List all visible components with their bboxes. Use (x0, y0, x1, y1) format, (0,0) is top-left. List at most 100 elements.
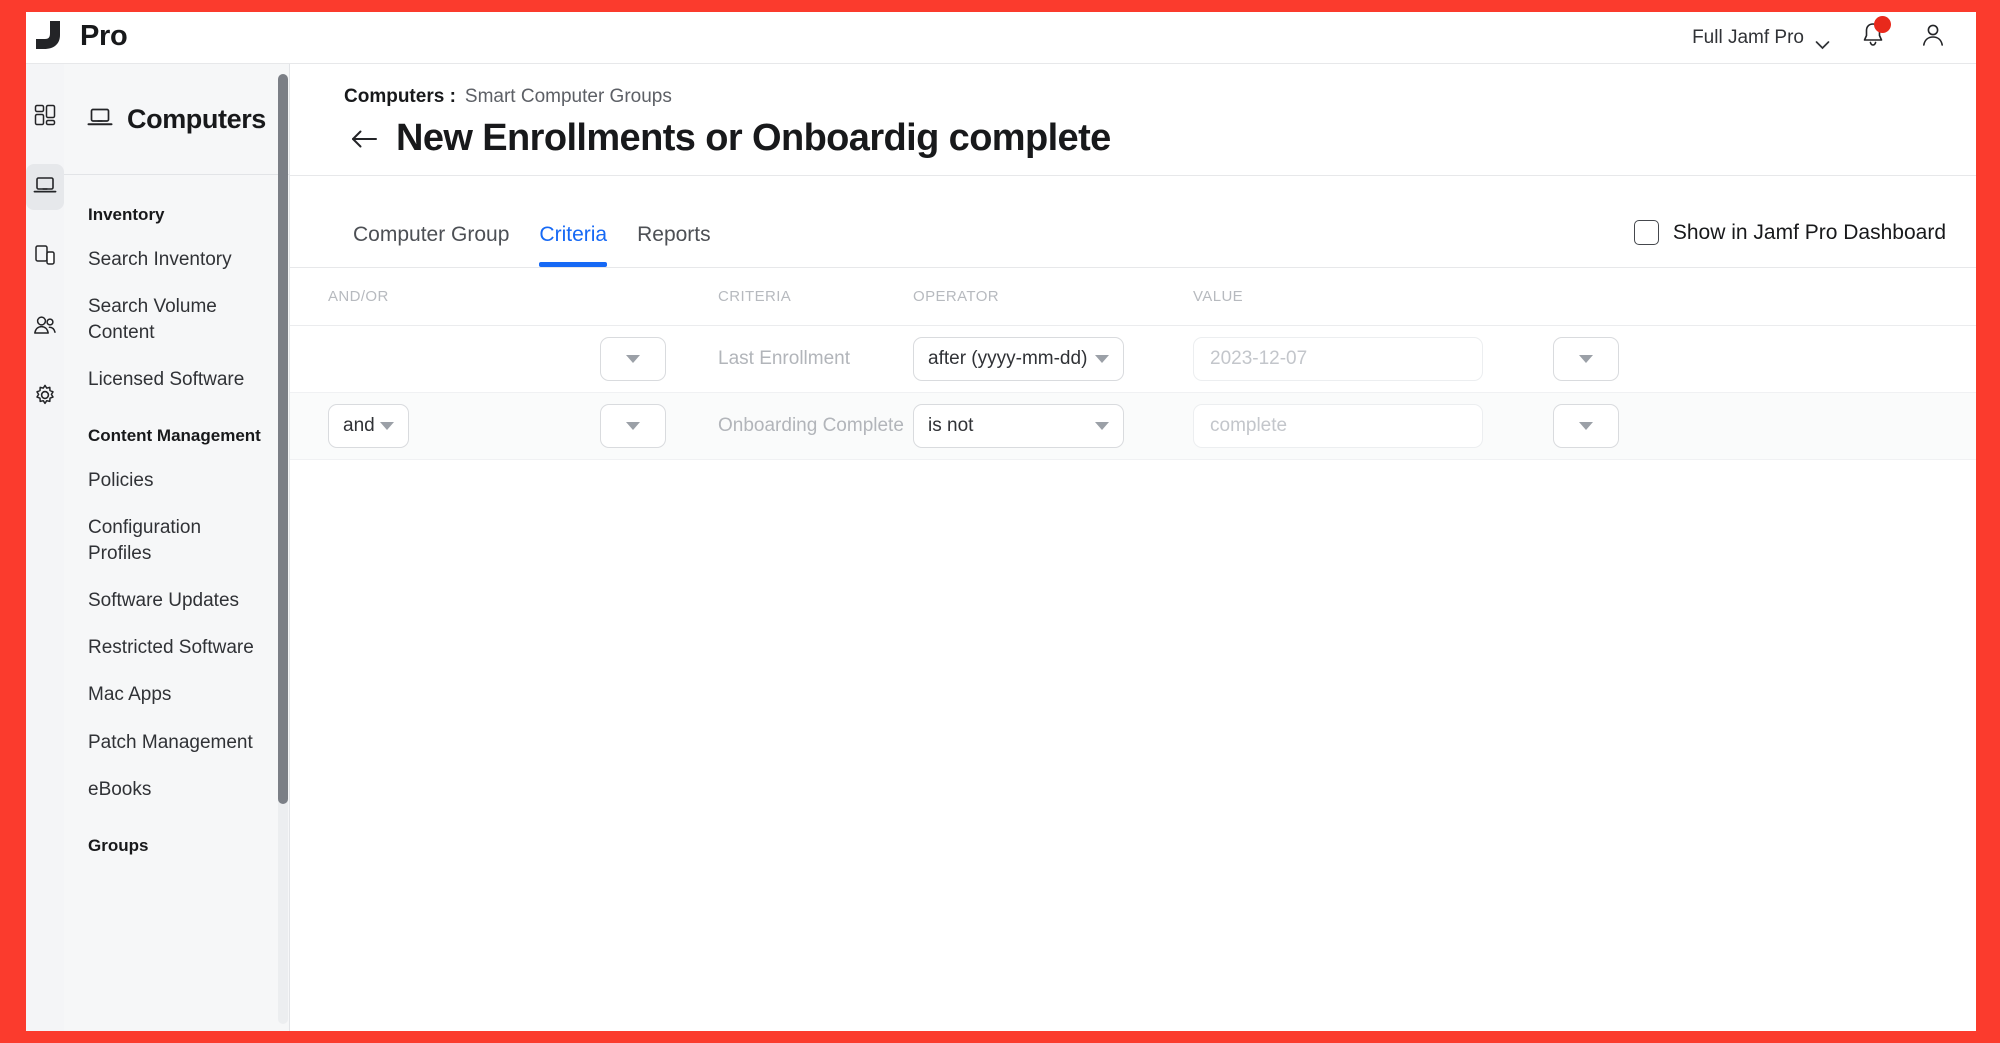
laptop-icon (33, 173, 57, 202)
criteria-table: AND/OR CRITERIA OPERATOR VALUE Last Enro… (290, 268, 1976, 460)
jamf-pro-app-window: Pro Full Jamf Pro Computers Inventory Se… (26, 12, 1976, 1031)
row-criteria-cell[interactable]: Last Enrollment (718, 346, 913, 372)
row-operator-dropdown[interactable]: after (yyyy-mm-dd) (913, 337, 1124, 381)
column-header-operator: OPERATOR (913, 288, 999, 305)
nav-section-inventory: Inventory (88, 205, 165, 224)
column-header-criteria: CRITERIA (718, 288, 792, 305)
rail-item-computers[interactable] (26, 164, 64, 210)
row-more-dropdown[interactable] (1553, 337, 1619, 381)
caret-down-icon (1579, 422, 1593, 430)
context-switcher[interactable]: Full Jamf Pro (1692, 26, 1830, 49)
row-value-input[interactable]: 2023-12-07 (1193, 337, 1483, 381)
row-value-cell: 2023-12-07 (1193, 337, 1553, 381)
sidebar-item-licensed-software[interactable]: Licensed Software (64, 367, 289, 392)
caret-down-icon (1579, 355, 1593, 363)
notification-badge (1874, 16, 1891, 33)
context-switcher-label: Full Jamf Pro (1692, 26, 1804, 48)
row-remove-dropdown[interactable] (600, 404, 666, 448)
row-andor-cell: and (290, 404, 600, 448)
caret-down-icon (1095, 422, 1109, 430)
table-row: Last Enrollment after (yyyy-mm-dd) 2023-… (290, 326, 1976, 393)
row-andor-value: and (343, 415, 375, 436)
gear-icon (33, 383, 57, 412)
sidebar-item-mac-apps[interactable]: Mac Apps (64, 682, 289, 707)
red-frame-border: Pro Full Jamf Pro Computers Inventory Se… (0, 0, 2000, 1043)
row-criteria-label: Onboarding Complete (718, 415, 904, 437)
sidebar-item-ebooks[interactable]: eBooks (64, 777, 289, 802)
row-criteria-cell[interactable]: Onboarding Complete (718, 413, 913, 439)
tab-reports[interactable]: Reports (622, 223, 726, 267)
rail-item-settings[interactable] (26, 374, 64, 420)
tab-criteria[interactable]: Criteria (524, 223, 622, 267)
brand-logo[interactable]: Pro (30, 19, 128, 57)
caret-down-icon (380, 422, 394, 430)
sidebar-item-search-volume-content[interactable]: Search Volume Content (64, 294, 289, 345)
breadcrumb: Computers : Smart Computer Groups (290, 86, 1976, 108)
row-value-text: 2023-12-07 (1210, 348, 1308, 369)
column-header-andor: AND/OR (328, 288, 389, 305)
tab-computer-group[interactable]: Computer Group (338, 223, 524, 267)
nav-section-content-management: Content Management (88, 426, 261, 446)
checkbox-icon[interactable] (1633, 220, 1659, 245)
breadcrumb-current[interactable]: Smart Computer Groups (465, 86, 672, 108)
nav-section-groups: Groups (88, 836, 149, 856)
grid-dashboard-icon (34, 104, 56, 131)
sidebar-item-software-updates[interactable]: Software Updates (64, 588, 289, 613)
row-value-cell: complete (1193, 404, 1553, 448)
sidebar-item-patch-management[interactable]: Patch Management (64, 730, 289, 755)
user-avatar-icon[interactable] (1918, 20, 1948, 55)
rail-item-devices[interactable] (26, 234, 64, 280)
row-operator-dropdown[interactable]: is not (913, 404, 1124, 448)
sidebar-scrollbar-thumb[interactable] (278, 74, 288, 804)
row-andor-dropdown[interactable]: and (328, 404, 409, 448)
sidebar-item-restricted-software[interactable]: Restricted Software (64, 635, 289, 660)
show-in-dashboard-label: Show in Jamf Pro Dashboard (1672, 220, 1946, 244)
row-criteria-label: Last Enrollment (718, 348, 851, 370)
product-name: Pro (80, 19, 128, 52)
rail-item-dashboard[interactable] (26, 94, 64, 140)
top-navigation-bar: Pro Full Jamf Pro (26, 12, 1976, 64)
show-in-dashboard-toggle[interactable]: Show in Jamf Pro Dashboard (1633, 220, 1946, 245)
notifications-button[interactable] (1858, 16, 1891, 55)
row-value-input[interactable]: complete (1193, 404, 1483, 448)
row-operator-value: is not (928, 415, 974, 436)
chevron-down-icon (1815, 34, 1830, 49)
rail-item-users[interactable] (26, 304, 64, 350)
row-more-cell (1553, 404, 1673, 448)
jamf-logo-icon (30, 19, 68, 57)
sidebar-header: Computers (64, 64, 289, 175)
row-remove-cell (600, 404, 718, 448)
caret-down-icon (1095, 355, 1109, 363)
page-header: Computers : Smart Computer Groups New En… (290, 64, 1976, 176)
row-operator-cell: after (yyyy-mm-dd) (913, 337, 1193, 381)
row-operator-cell: is not (913, 404, 1193, 448)
row-more-dropdown[interactable] (1553, 404, 1619, 448)
mobile-devices-icon (34, 244, 56, 271)
row-remove-dropdown[interactable] (600, 337, 666, 381)
main-content: Computers : Smart Computer Groups New En… (290, 64, 1976, 1031)
computers-sidebar: Computers Inventory Search Inventory Sea… (64, 64, 290, 1031)
page-title: New Enrollments or Onboardig complete (396, 117, 1111, 159)
row-remove-cell (600, 337, 718, 381)
primary-icon-rail (26, 64, 64, 1031)
caret-down-icon (626, 422, 640, 430)
breadcrumb-root[interactable]: Computers : (344, 86, 456, 108)
sidebar-title: Computers (127, 103, 266, 134)
table-row: and Onboarding Complete is not complete (290, 393, 1976, 460)
column-header-value: VALUE (1193, 288, 1244, 305)
topbar-actions: Full Jamf Pro (1692, 16, 1976, 55)
row-more-cell (1553, 337, 1673, 381)
sidebar-item-configuration-profiles[interactable]: Configuration Profiles (64, 515, 289, 566)
tab-bar: Computer Group Criteria Reports Show in … (290, 176, 1976, 268)
users-icon (33, 314, 57, 341)
caret-down-icon (626, 355, 640, 363)
row-value-text: complete (1210, 415, 1288, 436)
sidebar-item-search-inventory[interactable]: Search Inventory (64, 247, 289, 272)
sidebar-nav: Inventory Search Inventory Search Volume… (64, 175, 289, 1031)
row-operator-value: after (yyyy-mm-dd) (928, 348, 1088, 369)
back-arrow-icon[interactable] (350, 128, 377, 150)
sidebar-item-policies[interactable]: Policies (64, 468, 289, 493)
table-header-row: AND/OR CRITERIA OPERATOR VALUE (290, 268, 1976, 326)
laptop-icon (87, 105, 113, 134)
page-title-row: New Enrollments or Onboardig complete (290, 117, 1976, 160)
